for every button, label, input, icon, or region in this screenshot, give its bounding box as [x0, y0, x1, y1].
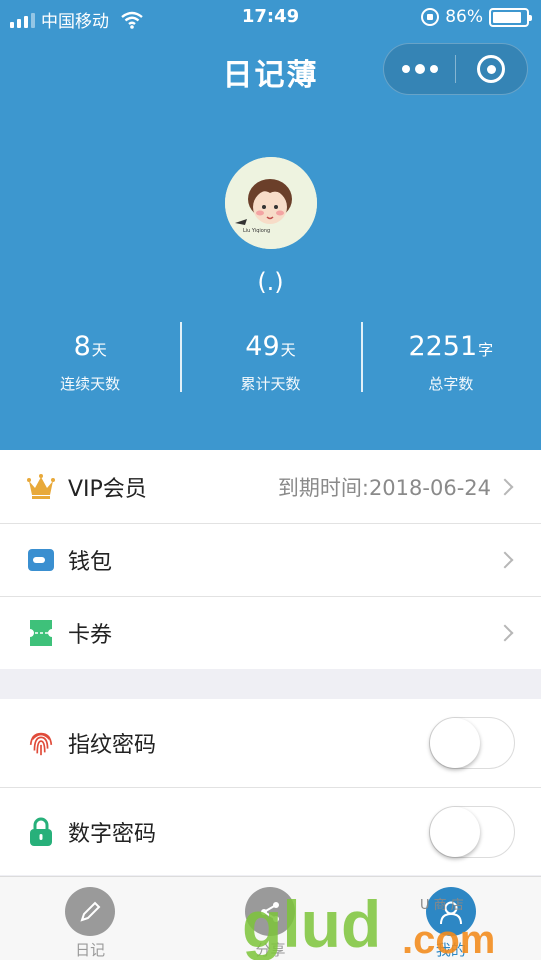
profile-header: 中国移动 17:49 86% 日记薄 Liu Yiqiong (.) 8天 连续… — [0, 0, 541, 450]
tab-share[interactable]: 分享 — [180, 877, 360, 960]
vip-expiry: 到期时间:2018-06-24 — [277, 475, 491, 500]
menu-item-pin: 数字密码 — [0, 787, 541, 875]
stat-consecutive-days: 8天 连续天数 — [0, 322, 180, 393]
status-right: 86% — [421, 7, 532, 27]
stat-label: 连续天数 — [60, 375, 121, 393]
close-miniprogram-button[interactable] — [456, 44, 527, 94]
miniprogram-capsule — [383, 43, 528, 95]
stat-number: 8 — [73, 331, 91, 362]
fingerprint-label: 指纹密码 — [68, 733, 157, 758]
more-dot-icon — [429, 65, 438, 73]
avatar-caption: Liu Yiqiong — [243, 228, 270, 234]
avatar[interactable]: Liu Yiqiong — [225, 157, 317, 249]
menu-item-coupons[interactable]: 卡券 — [0, 596, 541, 669]
battery-icon — [489, 7, 532, 27]
tab-label: 我的 — [435, 941, 466, 959]
tab-label: 分享 — [255, 941, 286, 959]
rotation-lock-icon — [421, 8, 440, 26]
tab-diary[interactable]: 日记 — [0, 877, 180, 960]
ticket-icon — [26, 618, 56, 648]
pin-label: 数字密码 — [68, 821, 157, 847]
battery-fill — [493, 11, 521, 23]
toggle-knob — [430, 718, 480, 768]
fingerprint-toggle[interactable] — [429, 717, 515, 769]
fingerprint-icon — [26, 728, 56, 758]
stat-total-days: 49天 累计天数 — [180, 322, 360, 393]
lock-icon — [26, 817, 56, 847]
wallet-icon — [26, 545, 56, 575]
stat-label: 累计天数 — [240, 375, 301, 393]
more-dot-icon — [414, 64, 425, 74]
security-menu: 指纹密码 数字密码 — [0, 699, 541, 875]
account-menu: VIP会员 到期时间:2018-06-24 钱包 卡券 — [0, 450, 541, 669]
stat-number: 2251 — [408, 331, 478, 362]
tab-mine[interactable]: 我的 — [361, 877, 541, 960]
wallet-label: 钱包 — [68, 550, 113, 575]
tab-bar: 日记 分享 我的 — [0, 876, 541, 960]
crown-icon — [26, 472, 56, 502]
chevron-right-icon — [496, 478, 514, 495]
stat-label: 总字数 — [428, 375, 474, 393]
target-circle-icon — [477, 55, 506, 83]
chevron-right-icon — [496, 624, 514, 642]
stat-unit: 天 — [91, 341, 107, 359]
stat-value: 8天 — [0, 330, 180, 367]
nickname: (.) — [257, 268, 284, 296]
menu-item-fingerprint: 指纹密码 — [0, 699, 541, 787]
menu-item-vip[interactable]: VIP会员 到期时间:2018-06-24 — [0, 450, 541, 523]
status-bar: 中国移动 17:49 86% — [0, 0, 541, 34]
stat-number: 49 — [245, 331, 280, 362]
stats-row: 8天 连续天数 49天 累计天数 2251字 总字数 — [0, 322, 541, 393]
stat-value: 2251字 — [361, 330, 541, 367]
chevron-right-icon — [496, 551, 514, 569]
pin-toggle[interactable] — [429, 805, 515, 858]
stat-unit: 天 — [280, 341, 296, 359]
share-icon — [245, 887, 296, 936]
user-icon — [425, 887, 476, 936]
cartoon-girl-avatar-icon: Liu Yiqiong — [225, 157, 317, 249]
more-button[interactable] — [384, 44, 455, 94]
coupons-label: 卡券 — [68, 623, 113, 648]
stat-total-words: 2251字 总字数 — [360, 322, 541, 393]
menu-item-wallet[interactable]: 钱包 — [0, 523, 541, 596]
vip-label: VIP会员 — [68, 476, 147, 502]
more-dot-icon — [401, 65, 410, 73]
stat-value: 49天 — [180, 330, 360, 367]
pencil-icon — [65, 887, 116, 936]
toggle-knob — [430, 806, 480, 857]
stat-unit: 字 — [478, 341, 494, 359]
tab-label: 日记 — [75, 941, 106, 959]
battery-percent: 86% — [445, 7, 483, 27]
